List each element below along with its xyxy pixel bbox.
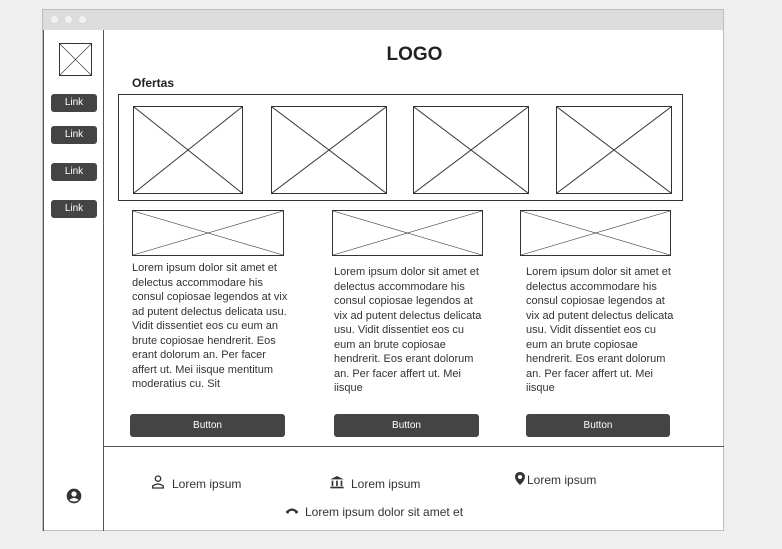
footer-item-label-1: Lorem ipsum <box>172 476 242 491</box>
offer-image-4[interactable] <box>556 106 672 194</box>
footer-phone-item[interactable]: Lorem ipsum dolor sit amet et <box>285 505 463 519</box>
title-bar <box>43 10 723 30</box>
page-logo: LOGO <box>386 44 443 65</box>
phone-icon <box>285 505 299 519</box>
account-circle-icon[interactable] <box>66 488 82 504</box>
user-icon <box>150 474 166 493</box>
footer-item-label-2: Lorem ipsum <box>351 476 421 491</box>
column-image-2 <box>332 210 483 256</box>
footer-item-bank[interactable]: Lorem ipsum <box>329 474 420 493</box>
map-pin-icon <box>515 472 525 488</box>
offers-carousel <box>118 94 683 201</box>
offer-image-1[interactable] <box>133 106 243 194</box>
column-text-1: Lorem ipsum dolor sit amet et delectus a… <box>132 262 288 390</box>
bank-icon <box>329 474 345 493</box>
column-text-2: Lorem ipsum dolor sit amet et delectus a… <box>334 266 482 394</box>
column-button-1[interactable]: Button <box>130 414 285 437</box>
sidebar: Link Link Link Link <box>43 30 104 531</box>
window-dot-close[interactable] <box>51 16 58 23</box>
window-dot-maximize[interactable] <box>79 16 86 23</box>
window-dot-minimize[interactable] <box>65 16 72 23</box>
sidebar-logo-placeholder <box>59 43 92 76</box>
footer: Lorem ipsum Lorem ipsum Lorem ipsum Lore… <box>104 446 724 532</box>
sidebar-link-2[interactable]: Link <box>51 126 97 144</box>
sidebar-link-3[interactable]: Link <box>51 163 97 181</box>
footer-item-user[interactable]: Lorem ipsum <box>150 474 241 493</box>
column-button-2[interactable]: Button <box>334 414 479 437</box>
column-image-3 <box>520 210 671 256</box>
footer-phone-label: Lorem ipsum dolor sit amet et <box>305 505 464 519</box>
footer-item-label-3: Lorem ipsum <box>527 473 597 487</box>
column-text-3: Lorem ipsum dolor sit amet et delectus a… <box>526 266 674 394</box>
column-button-3[interactable]: Button <box>526 414 670 437</box>
offer-image-3[interactable] <box>413 106 529 194</box>
offer-image-2[interactable] <box>271 106 387 194</box>
browser-window: Link Link Link Link LOGO Ofertas Lorem i… <box>42 9 724 531</box>
column-image-1 <box>132 210 284 256</box>
offers-label: Ofertas <box>132 76 175 90</box>
sidebar-link-4[interactable]: Link <box>51 200 97 218</box>
footer-item-location[interactable]: Lorem ipsum <box>515 472 596 488</box>
sidebar-link-1[interactable]: Link <box>51 94 97 112</box>
